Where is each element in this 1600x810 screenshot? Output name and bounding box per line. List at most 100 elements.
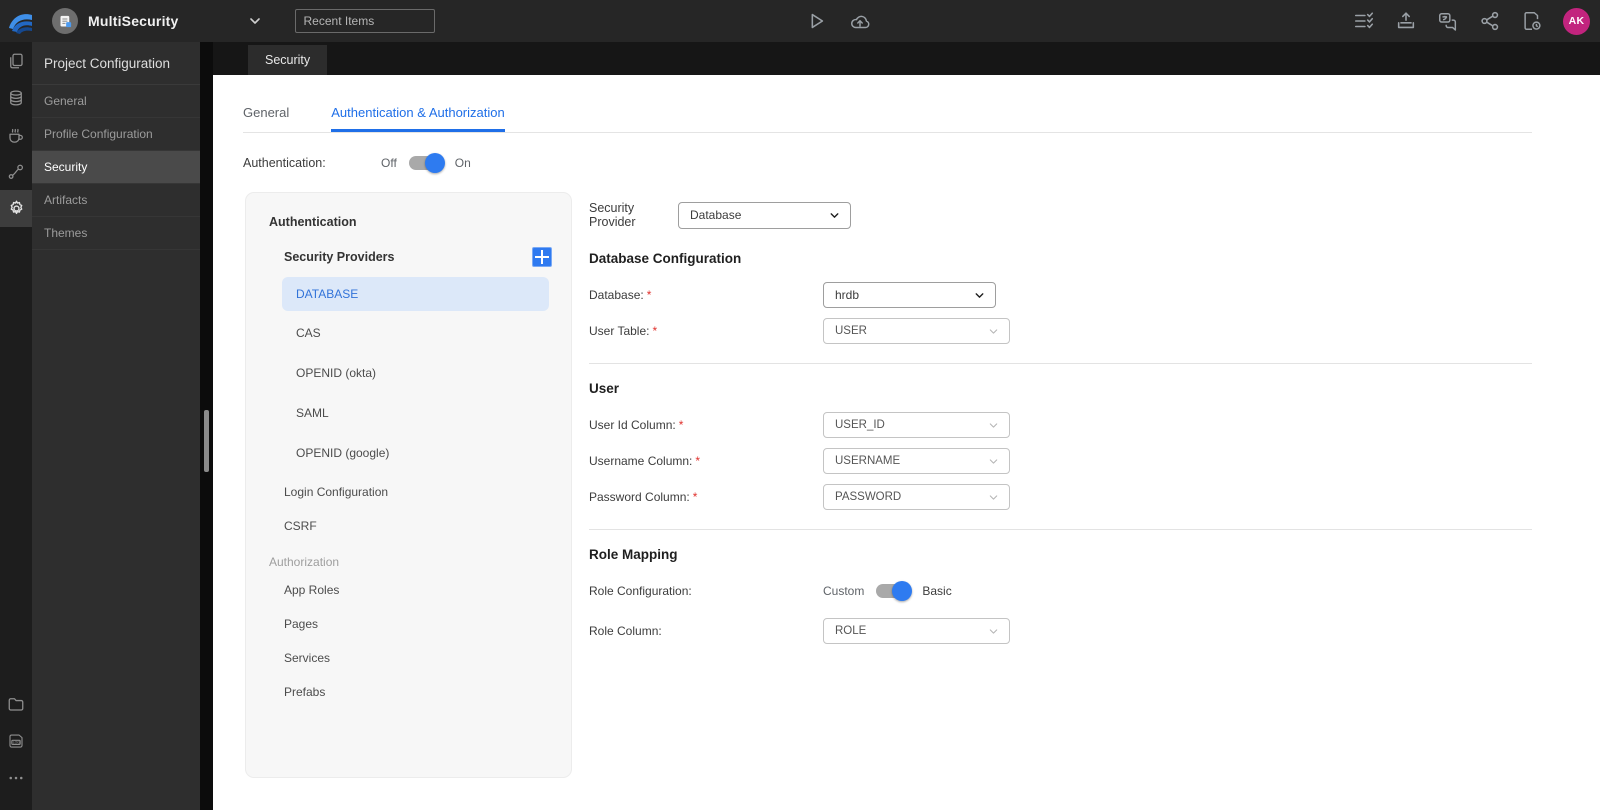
authentication-switch[interactable] (408, 153, 445, 173)
security-provider-row: Security Provider Database (589, 201, 1532, 229)
database-configuration-heading: Database Configuration (589, 251, 742, 266)
app-root: MultiSecurity Recent Items AK LOG Projec… (0, 0, 1600, 810)
topbar-left: MultiSecurity (0, 7, 435, 35)
provider-database[interactable]: DATABASE (282, 277, 549, 311)
security-tabs: General Authentication & Authorization (243, 105, 1532, 133)
security-providers-row: Security Providers (246, 247, 571, 267)
security-provider-select[interactable]: Database (678, 201, 851, 229)
chevron-down-icon[interactable] (247, 13, 263, 29)
role-column-row: Role Column: ROLE (589, 618, 1532, 644)
provider-openid-okta[interactable]: OPENID (okta) (246, 355, 571, 391)
switch-knob (424, 153, 445, 173)
scrollbar-thumb[interactable] (204, 410, 209, 472)
release-checklist-icon[interactable] (1353, 10, 1375, 32)
settings-gear-icon[interactable] (0, 190, 32, 227)
sidebar-item-security[interactable]: Security (32, 151, 200, 184)
provider-saml[interactable]: SAML (246, 395, 571, 431)
deploy-cloud-upload-icon[interactable] (849, 10, 871, 32)
role-configuration-row: Role Configuration: Custom Basic (589, 578, 1532, 604)
database-provider-form: Security Provider Database Database Conf… (589, 192, 1532, 778)
panel-scrollbar[interactable] (200, 42, 213, 810)
username-column-select[interactable]: USERNAME (823, 448, 1010, 474)
user-id-column-value: USER_ID (835, 419, 885, 431)
panel-title: Project Configuration (32, 42, 200, 85)
add-provider-button[interactable] (532, 247, 552, 267)
chevron-down-icon (989, 458, 998, 464)
required-asterisk: * (652, 324, 658, 338)
toggle-off-label: Off (381, 156, 397, 170)
role-configuration-switch-group: Custom Basic (823, 581, 952, 601)
nav-services[interactable]: Services (246, 641, 571, 675)
user-id-column-select[interactable]: USER_ID (823, 412, 1010, 438)
nav-app-roles[interactable]: App Roles (246, 573, 571, 607)
required-asterisk: * (692, 490, 698, 504)
authentication-toggle-row: Authentication: Off On (243, 151, 1600, 175)
sidebar-item-general[interactable]: General (32, 85, 200, 118)
recent-items-input[interactable] (294, 9, 435, 33)
logs-icon[interactable]: LOG (0, 722, 32, 759)
provider-cas[interactable]: CAS (246, 315, 571, 351)
username-column-row: Username Column: * USERNAME (589, 448, 1532, 474)
database-icon[interactable] (0, 79, 32, 116)
password-column-select[interactable]: PASSWORD (823, 484, 1010, 510)
apis-icon[interactable] (0, 153, 32, 190)
java-services-icon[interactable] (0, 116, 32, 153)
role-configuration-label: Role Configuration: (589, 584, 692, 598)
role-configuration-switch[interactable] (876, 581, 913, 601)
security-provider-label: Security Provider (589, 201, 636, 229)
more-icon[interactable] (0, 759, 32, 796)
authentication-label: Authentication: (243, 156, 326, 170)
database-select[interactable]: hrdb (823, 282, 996, 308)
role-column-select[interactable]: ROLE (823, 618, 1010, 644)
nav-login-configuration[interactable]: Login Configuration (246, 475, 571, 509)
tab-authentication-authorization[interactable]: Authentication & Authorization (331, 105, 505, 132)
project-icon[interactable] (52, 8, 78, 34)
nav-pages[interactable]: Pages (246, 607, 571, 641)
tab-general[interactable]: General (243, 105, 289, 132)
topbar: MultiSecurity Recent Items AK (0, 0, 1600, 42)
file-explorer-icon[interactable] (0, 685, 32, 722)
user-table-select[interactable]: USER (823, 318, 1010, 344)
sidebar-item-themes[interactable]: Themes (32, 217, 200, 250)
chevron-down-icon (989, 494, 998, 500)
section-divider (589, 529, 1532, 530)
chevron-down-icon (989, 328, 998, 334)
file-history-icon[interactable] (1521, 10, 1543, 32)
auth-nav-panel: Authentication Security Providers DATABA… (245, 192, 572, 778)
project-name: MultiSecurity (88, 13, 179, 29)
sidebar-item-profile-configuration[interactable]: Profile Configuration (32, 118, 200, 151)
role-mapping-heading: Role Mapping (589, 547, 678, 562)
pages-icon[interactable] (0, 42, 32, 79)
nav-prefabs[interactable]: Prefabs (246, 675, 571, 709)
wavemaker-logo-icon[interactable] (6, 7, 34, 35)
user-avatar[interactable]: AK (1563, 7, 1590, 35)
user-table-value: USER (835, 325, 867, 337)
username-column-label: Username Column: * (589, 454, 701, 468)
required-asterisk: * (678, 418, 684, 432)
toggle-on-label: On (454, 156, 471, 170)
svg-text:LOG: LOG (13, 740, 21, 744)
security-providers-label: Security Providers (284, 250, 395, 264)
export-tray-icon[interactable] (1395, 10, 1417, 32)
chevron-down-icon (975, 292, 984, 298)
nav-csrf[interactable]: CSRF (246, 509, 571, 543)
sidebar-item-artifacts[interactable]: Artifacts (32, 184, 200, 217)
password-column-row: Password Column: * PASSWORD (589, 484, 1532, 510)
password-column-label: Password Column: * (589, 490, 698, 504)
database-field-row: Database: * hrdb (589, 282, 1532, 308)
nav-section-authorization: Authorization (269, 555, 340, 569)
user-table-label: User Table: * (589, 324, 658, 338)
tab-security-document[interactable]: Security (248, 45, 328, 75)
role-column-label: Role Column: (589, 624, 662, 638)
section-divider (589, 363, 1532, 364)
security-content: General Authentication & Authorization A… (213, 105, 1600, 778)
chat-translate-icon[interactable] (1437, 10, 1459, 32)
preview-play-icon[interactable] (805, 10, 827, 32)
user-heading: User (589, 381, 620, 396)
role-column-value: ROLE (835, 625, 867, 637)
share-branch-icon[interactable] (1479, 10, 1501, 32)
provider-openid-google[interactable]: OPENID (google) (246, 435, 571, 471)
rail-bottom: LOG (0, 685, 32, 796)
security-provider-value: Database (690, 208, 742, 222)
topbar-right: AK (1353, 0, 1590, 42)
